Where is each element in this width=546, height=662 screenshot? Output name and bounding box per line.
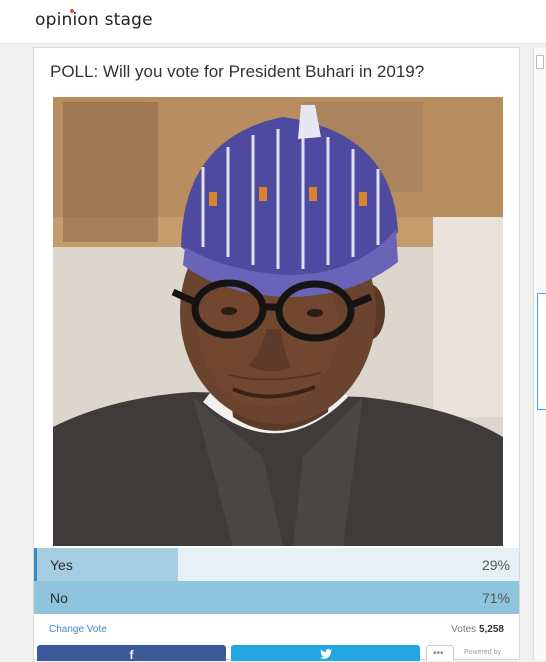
answer-no-bar — [34, 581, 519, 614]
answer-yes-label: Yes — [50, 557, 73, 573]
opinion-stage-logo[interactable]: opinion stage — [35, 10, 153, 30]
poll-question: POLL: Will you vote for President Buhari… — [50, 62, 425, 81]
answer-no[interactable]: No 71% — [34, 581, 519, 614]
poll-photo — [53, 97, 503, 546]
top-bar: opinion stage — [0, 0, 546, 44]
poll-footer: Change Vote Votes 5,258 — [34, 614, 519, 642]
votes-count: Votes 5,258 — [451, 624, 504, 635]
facebook-share-button[interactable]: f — [37, 645, 226, 661]
answer-yes[interactable]: Yes 29% — [34, 548, 519, 581]
side-panel-edge — [533, 48, 546, 660]
logo-dot — [70, 9, 74, 13]
side-widget-frame — [537, 293, 546, 410]
facebook-icon: f — [129, 648, 134, 662]
panel-toggle-icon[interactable] — [536, 55, 544, 69]
twitter-icon — [319, 649, 332, 661]
poll-card: POLL: Will you vote for President Buhari… — [33, 47, 520, 661]
votes-label: Votes — [451, 624, 477, 635]
answer-no-label: No — [50, 590, 68, 606]
ellipsis-icon: ••• — [433, 648, 444, 659]
twitter-share-button[interactable] — [231, 645, 420, 661]
powered-by-label: Powered by — [464, 649, 501, 656]
votes-number: 5,258 — [478, 624, 504, 635]
change-vote-link[interactable]: Change Vote — [49, 624, 107, 635]
answer-no-percent: 71% — [481, 590, 510, 606]
answer-yes-percent: 29% — [481, 557, 510, 573]
more-share-button[interactable]: ••• — [426, 645, 454, 661]
portrait-image — [53, 97, 503, 546]
